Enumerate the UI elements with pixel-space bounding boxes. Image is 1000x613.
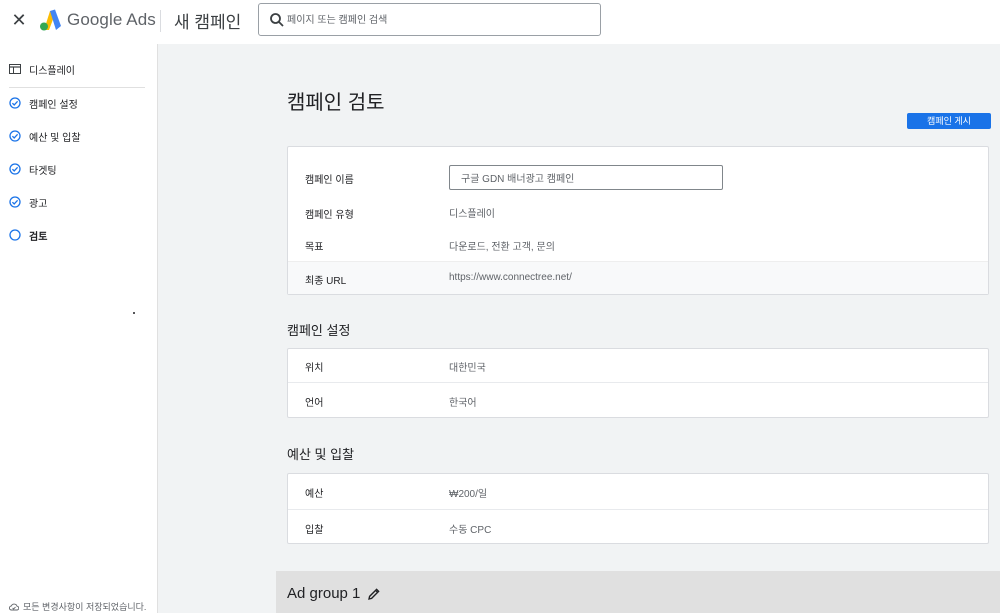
location-value: 대한민국 [449, 363, 486, 374]
campaign-name-input[interactable] [449, 165, 723, 190]
search-input[interactable] [287, 10, 587, 30]
check-circle-icon [9, 196, 21, 208]
campaign-settings-card: 위치 대한민국 언어 한국어 [287, 348, 989, 418]
bidding-row[interactable]: 입찰 수동 CPC [288, 509, 988, 543]
sidebar-item-ads[interactable]: 광고 [0, 189, 158, 215]
sidebar: 디스플레이 캠페인 설정 예산 및 입찰 타겟팅 광고 검토 모든 변경사항이 … [0, 44, 158, 613]
campaign-summary-card: 캠페인 이름 캠페인 유형 디스플레이 목표 다운로드, 전환 고객, 문의 최… [287, 146, 989, 295]
campaign-settings-heading: 캠페인 설정 [287, 323, 351, 338]
final-url-row: 최종 URL https://www.connectree.net/ [288, 261, 988, 294]
sidebar-item-budget-bidding[interactable]: 예산 및 입찰 [0, 123, 158, 149]
goal-value: 다운로드, 전환 고객, 문의 [449, 242, 555, 253]
location-label: 위치 [305, 363, 324, 374]
campaign-type-row: 캠페인 유형 디스플레이 [288, 199, 988, 232]
close-icon[interactable]: ✕ [10, 11, 28, 29]
check-circle-icon [9, 97, 21, 109]
campaign-name-row: 캠페인 이름 [288, 154, 988, 190]
publish-campaign-button[interactable]: 캠페인 게시 [907, 113, 991, 129]
final-url-label: 최종 URL [305, 276, 347, 287]
sidebar-item-label: 디스플레이 [29, 65, 75, 77]
bidding-label: 입찰 [305, 525, 324, 536]
sidebar-item-label: 광고 [29, 198, 48, 210]
save-status-text: 모든 변경사항이 저장되었습니다. [23, 602, 147, 612]
language-value: 한국어 [449, 398, 477, 409]
empty-circle-icon [9, 229, 21, 241]
page-heading: 새 캠페인 [174, 13, 242, 32]
sidebar-item-label: 캠페인 설정 [29, 99, 78, 111]
budget-bidding-card: 예산 ₩200/일 입찰 수동 CPC [287, 473, 989, 544]
goal-label: 목표 [305, 242, 324, 253]
ad-group-title: Ad group 1 [287, 585, 361, 602]
brand-name: Google Ads [67, 10, 156, 29]
display-icon [9, 64, 21, 74]
sidebar-item-display[interactable]: 디스플레이 [0, 56, 158, 82]
save-status: 모든 변경사항이 저장되었습니다. [9, 600, 146, 613]
bidding-value: 수동 CPC [449, 525, 492, 536]
sidebar-item-label: 검토 [29, 231, 48, 243]
campaign-type-label: 캠페인 유형 [305, 210, 354, 221]
stray-dot [133, 312, 135, 314]
campaign-name-label: 캠페인 이름 [305, 175, 354, 186]
sidebar-item-targeting[interactable]: 타겟팅 [0, 156, 158, 182]
language-row[interactable]: 언어 한국어 [288, 382, 988, 417]
search-icon [270, 13, 284, 27]
campaign-type-value: 디스플레이 [449, 209, 495, 220]
sidebar-item-review[interactable]: 검토 [0, 222, 158, 248]
pencil-icon[interactable] [367, 587, 381, 601]
check-circle-icon [9, 130, 21, 142]
sidebar-item-label: 타겟팅 [29, 165, 57, 177]
language-label: 언어 [305, 398, 324, 409]
location-row[interactable]: 위치 대한민국 [288, 349, 988, 382]
budget-label: 예산 [305, 489, 324, 500]
search-box[interactable] [258, 3, 601, 36]
check-circle-icon [9, 163, 21, 175]
top-bar: ✕ Google Ads 새 캠페인 [0, 0, 1000, 44]
final-url-value: https://www.connectree.net/ [449, 272, 572, 283]
sidebar-divider [9, 87, 145, 88]
ad-group-header: Ad group 1 [276, 571, 1000, 613]
budget-value: ₩200/일 [449, 489, 488, 500]
sidebar-item-campaign-settings[interactable]: 캠페인 설정 [0, 90, 158, 116]
cloud-done-icon [9, 603, 19, 610]
budget-bidding-heading: 예산 및 입찰 [287, 447, 355, 462]
sidebar-item-label: 예산 및 입찰 [29, 132, 81, 144]
header-divider [160, 10, 161, 32]
budget-row[interactable]: 예산 ₩200/일 [288, 474, 988, 509]
google-ads-logo [40, 9, 61, 31]
page-title: 캠페인 검토 [287, 92, 385, 114]
